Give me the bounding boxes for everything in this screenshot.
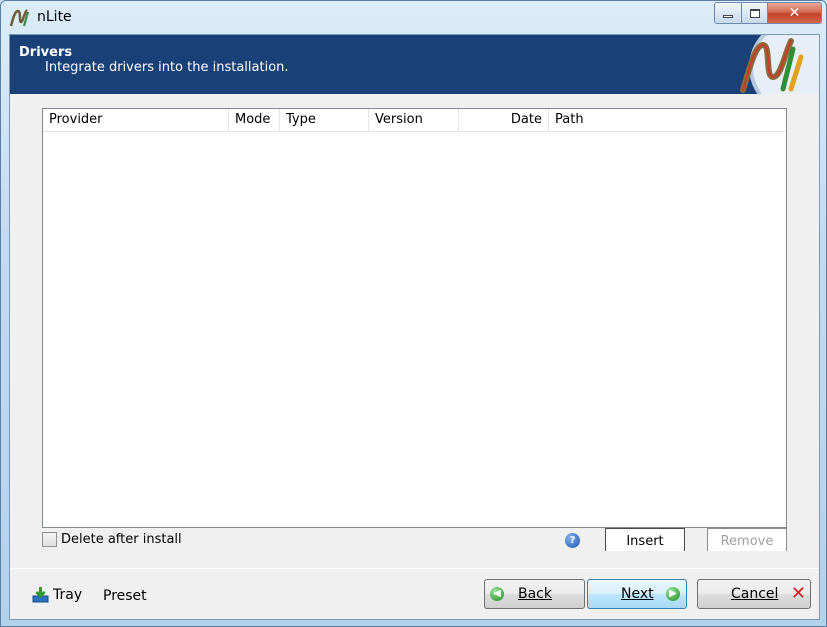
drivers-list[interactable]: Provider Mode Type Version Date Path [42,108,787,528]
minimize-icon [723,14,733,18]
column-provider[interactable]: Provider [43,109,229,132]
maximize-icon [749,8,760,18]
window-title: nLite [37,9,72,25]
cancel-x-icon: ✕ [790,583,806,604]
column-mode[interactable]: Mode [229,109,280,132]
close-icon: ✕ [788,5,801,21]
delete-after-install-checkbox[interactable] [42,532,57,547]
column-type[interactable]: Type [280,109,369,132]
delete-after-install-option[interactable]: Delete after install [42,532,182,547]
next-button[interactable]: Next ▶ [587,579,687,609]
close-button[interactable]: ✕ [768,2,822,24]
next-arrow-icon: ▶ [666,587,680,601]
page-header: Drivers Integrate drivers into the insta… [10,35,819,94]
wizard-panel: Drivers Integrate drivers into the insta… [9,34,820,620]
column-date[interactable]: Date [459,109,549,132]
back-button[interactable]: ◀ Back [484,579,585,609]
insert-button[interactable]: Insert [605,528,685,551]
tray-label: Tray [53,586,83,603]
nlite-logo-icon [9,9,30,27]
maximize-button[interactable] [742,2,768,24]
minimize-button[interactable] [714,2,742,24]
page-subtitle: Integrate drivers into the installation. [45,60,289,75]
caption-buttons: ✕ [714,2,822,24]
back-arrow-icon: ◀ [490,587,504,601]
delete-after-install-label: Delete after install [61,532,182,547]
remove-button[interactable]: Remove [707,528,787,551]
title-bar[interactable]: nLite ✕ [1,1,826,33]
cancel-label: Cancel [731,586,779,602]
footer-divider [10,568,819,569]
back-label: Back [518,586,552,602]
column-version[interactable]: Version [369,109,459,132]
list-header: Provider Mode Type Version Date Path [43,109,786,132]
next-label: Next [621,586,654,602]
app-window: nLite ✕ Drivers Integrate drivers into t… [0,0,827,627]
help-icon[interactable]: ? [565,533,580,548]
tray-download-icon [32,587,49,603]
tray-button[interactable]: Tray [32,586,82,603]
page-title: Drivers [19,45,73,60]
cancel-button[interactable]: Cancel ✕ [697,579,811,609]
column-path[interactable]: Path [549,109,786,132]
nlite-logo [740,35,819,94]
preset-button[interactable]: Preset [103,588,147,604]
